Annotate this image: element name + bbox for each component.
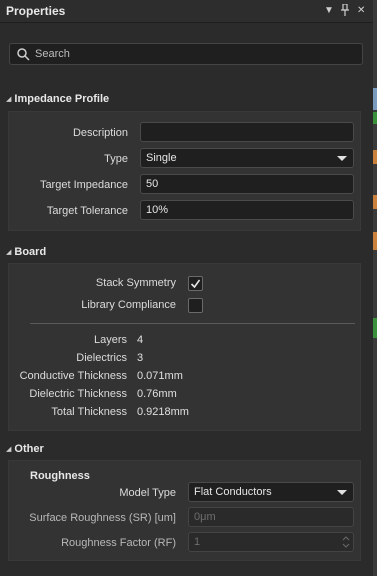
library-compliance-label: Library Compliance [81, 299, 176, 311]
section-header-impedance-profile[interactable]: ◢ Impedance Profile [6, 93, 109, 105]
search-input[interactable]: Search [9, 43, 363, 65]
roughness-factor-stepper[interactable]: 1 [188, 532, 354, 552]
section-title: Impedance Profile [14, 93, 110, 105]
target-impedance-field[interactable]: 50 [140, 174, 354, 194]
type-label: Type [104, 153, 128, 165]
checkmark-icon [190, 279, 201, 289]
stat-label: Dielectric Thickness [29, 388, 127, 400]
type-value: Single [146, 152, 177, 164]
adjacent-panel-edge [373, 0, 377, 576]
surface-roughness-field[interactable]: 0μm [188, 507, 354, 527]
spinner-arrows-icon[interactable] [342, 534, 350, 550]
edge-color-mark [373, 112, 377, 124]
stat-value: 4 [137, 334, 144, 346]
edge-color-mark [373, 195, 377, 209]
model-type-label: Model Type [119, 487, 176, 499]
search-placeholder: Search [35, 48, 70, 60]
panel-titlebar: Properties ▼ ✕ [0, 0, 373, 23]
type-dropdown[interactable]: Single [140, 148, 354, 168]
board-divider [30, 323, 355, 324]
description-field[interactable] [140, 122, 354, 142]
target-tolerance-label: Target Tolerance [46, 205, 128, 217]
collapse-triangle-icon: ◢ [6, 96, 12, 103]
stack-symmetry-checkbox[interactable] [188, 276, 203, 291]
stat-value: 0.9218mm [137, 406, 189, 418]
stat-label: Dielectrics [76, 352, 127, 364]
dropdown-arrow-icon [337, 490, 347, 495]
edge-color-mark [373, 232, 377, 250]
roughness-heading: Roughness [30, 470, 90, 482]
section-title: Other [14, 443, 44, 455]
stat-label: Layers [93, 334, 127, 346]
edge-color-mark [373, 88, 377, 110]
stat-value: 0.76mm [137, 388, 177, 400]
collapse-triangle-icon: ◢ [6, 446, 12, 453]
description-label: Description [72, 127, 128, 139]
edge-color-mark [373, 318, 377, 338]
model-type-value: Flat Conductors [194, 486, 272, 498]
section-header-other[interactable]: ◢ Other [6, 443, 44, 455]
panel-title: Properties [6, 4, 66, 18]
dropdown-arrow-icon [337, 156, 347, 161]
section-title: Board [14, 246, 47, 258]
stack-symmetry-label: Stack Symmetry [95, 277, 176, 289]
stat-label: Conductive Thickness [19, 370, 127, 382]
stat-value: 0.071mm [137, 370, 183, 382]
search-icon [16, 47, 30, 61]
edge-color-mark [373, 150, 377, 164]
stat-label: Total Thickness [51, 406, 127, 418]
chevron-down-icon[interactable]: ▼ [324, 4, 334, 18]
roughness-factor-label: Roughness Factor (RF) [61, 537, 176, 549]
surface-roughness-label: Surface Roughness (SR) [um] [29, 512, 176, 524]
collapse-triangle-icon: ◢ [6, 249, 12, 256]
section-header-board[interactable]: ◢ Board [6, 246, 46, 258]
close-icon[interactable]: ✕ [357, 4, 365, 18]
roughness-factor-value: 1 [194, 536, 201, 548]
target-impedance-label: Target Impedance [39, 179, 128, 191]
model-type-dropdown[interactable]: Flat Conductors [188, 482, 354, 502]
pin-icon[interactable] [340, 3, 350, 21]
target-tolerance-field[interactable]: 10% [140, 200, 354, 220]
library-compliance-checkbox[interactable] [188, 298, 203, 313]
stat-value: 3 [137, 352, 144, 364]
